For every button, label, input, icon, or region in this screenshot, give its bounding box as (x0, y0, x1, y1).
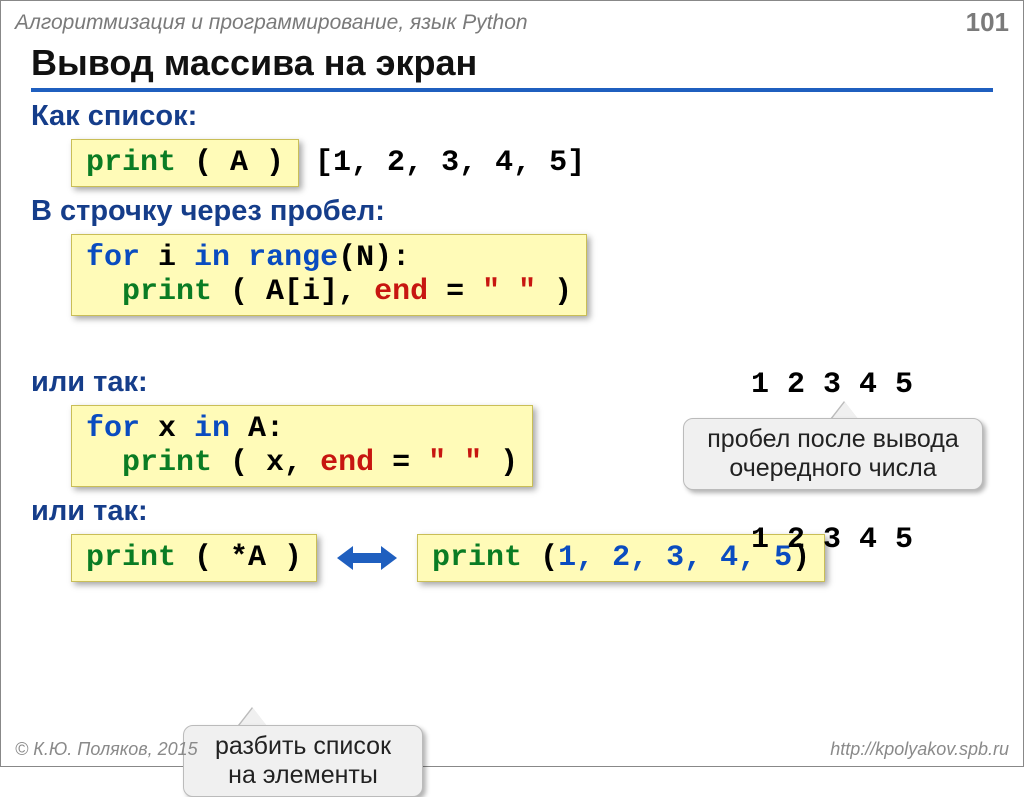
output-loop-1: 1 2 3 4 5 (751, 368, 913, 402)
code-for-range: for i in range(N): print ( A[i], end = "… (71, 234, 587, 316)
code-print-star-a: print ( *A ) (71, 534, 317, 582)
code-for-in-a: for x in A: print ( x, end = " " ) (71, 405, 533, 487)
code-print-a: print ( A ) (71, 139, 299, 187)
slide-footer: © К.Ю. Поляков, 2015 http://kpolyakov.sp… (15, 739, 1009, 760)
content-area: Как список: print ( A ) [1, 2, 3, 4, 5] … (1, 100, 1023, 582)
output-list: [1, 2, 3, 4, 5] (315, 146, 585, 180)
footer-copyright: © К.Ю. Поляков, 2015 (15, 739, 198, 760)
heading-as-list: Как список: (31, 100, 993, 133)
slide-title: Вывод массива на экран (31, 42, 993, 92)
callout-space: пробел после вывода очередного числа (683, 418, 983, 490)
course-title: Алгоритмизация и программирование, язык … (15, 11, 528, 35)
heading-inline-space: В строчку через пробел: (31, 195, 993, 228)
bidirectional-arrow-icon (337, 542, 397, 574)
callout-split: разбить список на элементы (183, 725, 423, 797)
slide-header: Алгоритмизация и программирование, язык … (1, 1, 1023, 42)
callout-tail-2 (239, 708, 267, 726)
page-number: 101 (966, 7, 1009, 38)
footer-url: http://kpolyakov.spb.ru (830, 739, 1009, 760)
output-loop-2: 1 2 3 4 5 (751, 523, 913, 557)
